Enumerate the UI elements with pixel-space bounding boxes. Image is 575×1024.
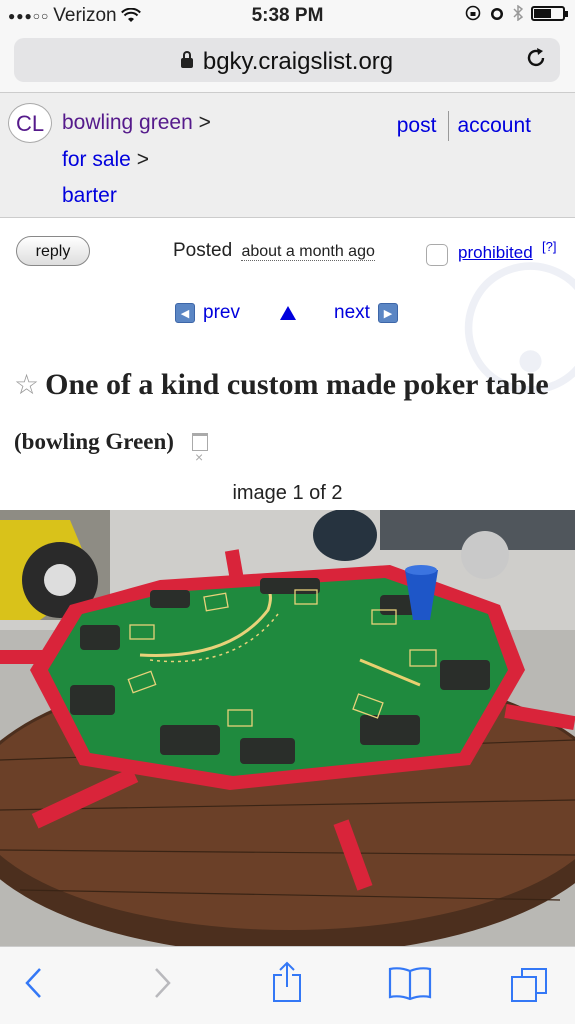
post-link[interactable]: post xyxy=(397,114,437,138)
up-arrow-icon[interactable] xyxy=(280,306,296,320)
prohibited-checkbox[interactable] xyxy=(426,244,448,266)
breadcrumb-link-subcategory[interactable]: barter xyxy=(62,184,117,207)
share-icon[interactable] xyxy=(272,961,302,1003)
posting-photo[interactable] xyxy=(0,510,575,946)
posting-location: (bowling Green) xyxy=(14,429,174,454)
breadcrumb-barter: barter xyxy=(62,184,117,208)
prev-link[interactable]: ◀ prev xyxy=(175,302,240,324)
next-arrow-icon: ▶ xyxy=(377,303,398,323)
link-divider xyxy=(448,111,450,141)
tabs-icon[interactable] xyxy=(510,965,550,1005)
forward-icon[interactable] xyxy=(150,965,174,1001)
image-count: image 1 of 2 xyxy=(232,482,343,504)
bluetooth-icon xyxy=(513,5,523,21)
prev-label: prev xyxy=(203,302,240,323)
rotation-lock-icon xyxy=(465,5,481,21)
lock-icon xyxy=(180,51,193,68)
breadcrumb-for-sale: for sale > xyxy=(62,148,149,172)
url-text[interactable]: bgky.craigslist.org xyxy=(14,48,560,76)
browser-toolbar xyxy=(0,946,575,1024)
prohibited-link[interactable]: prohibited xyxy=(458,243,533,263)
prev-arrow-icon: ◀ xyxy=(175,303,195,323)
breadcrumb-link-category[interactable]: for sale xyxy=(62,148,131,171)
status-right xyxy=(465,5,568,21)
breadcrumb-link-city[interactable]: bowling green xyxy=(62,111,193,134)
status-bar: ●●●○○ Verizon 5:38 PM xyxy=(0,0,575,32)
title-text: One of a kind custom made poker table xyxy=(45,368,549,401)
header-links: post account xyxy=(397,111,531,141)
next-label: next xyxy=(334,302,370,323)
address-bar[interactable]: bgky.craigslist.org xyxy=(14,38,560,82)
posted-label: Posted xyxy=(173,240,233,261)
next-link[interactable]: next ▶ xyxy=(334,302,398,324)
url-area: bgky.craigslist.org xyxy=(0,32,575,92)
alarm-icon xyxy=(491,8,503,20)
reload-icon[interactable] xyxy=(524,46,548,70)
breadcrumb-separator: > xyxy=(136,148,149,171)
back-icon[interactable] xyxy=(22,965,46,1001)
breadcrumb-bowling-green: bowling green > xyxy=(62,111,211,135)
help-link[interactable]: [?] xyxy=(542,239,556,254)
craigslist-header: CL bowling green > for sale > barter pos… xyxy=(0,92,575,218)
star-icon[interactable]: ☆ xyxy=(14,370,39,401)
breadcrumb-separator: > xyxy=(198,111,211,134)
url-domain: bgky.craigslist.org xyxy=(202,48,394,75)
posting-content: ⚆ reply Posted about a month ago prohibi… xyxy=(0,218,575,946)
reply-button[interactable]: reply xyxy=(16,236,90,266)
trash-icon[interactable] xyxy=(191,430,208,484)
account-link[interactable]: account xyxy=(457,114,531,138)
battery-icon xyxy=(531,5,568,21)
posted-info: Posted about a month ago xyxy=(173,240,375,262)
craigslist-logo[interactable]: CL xyxy=(8,103,52,143)
posted-time: about a month ago xyxy=(241,243,375,261)
bookmarks-icon[interactable] xyxy=(388,965,432,1001)
posting-title: ☆ One of a kind custom made poker table (… xyxy=(14,358,559,484)
